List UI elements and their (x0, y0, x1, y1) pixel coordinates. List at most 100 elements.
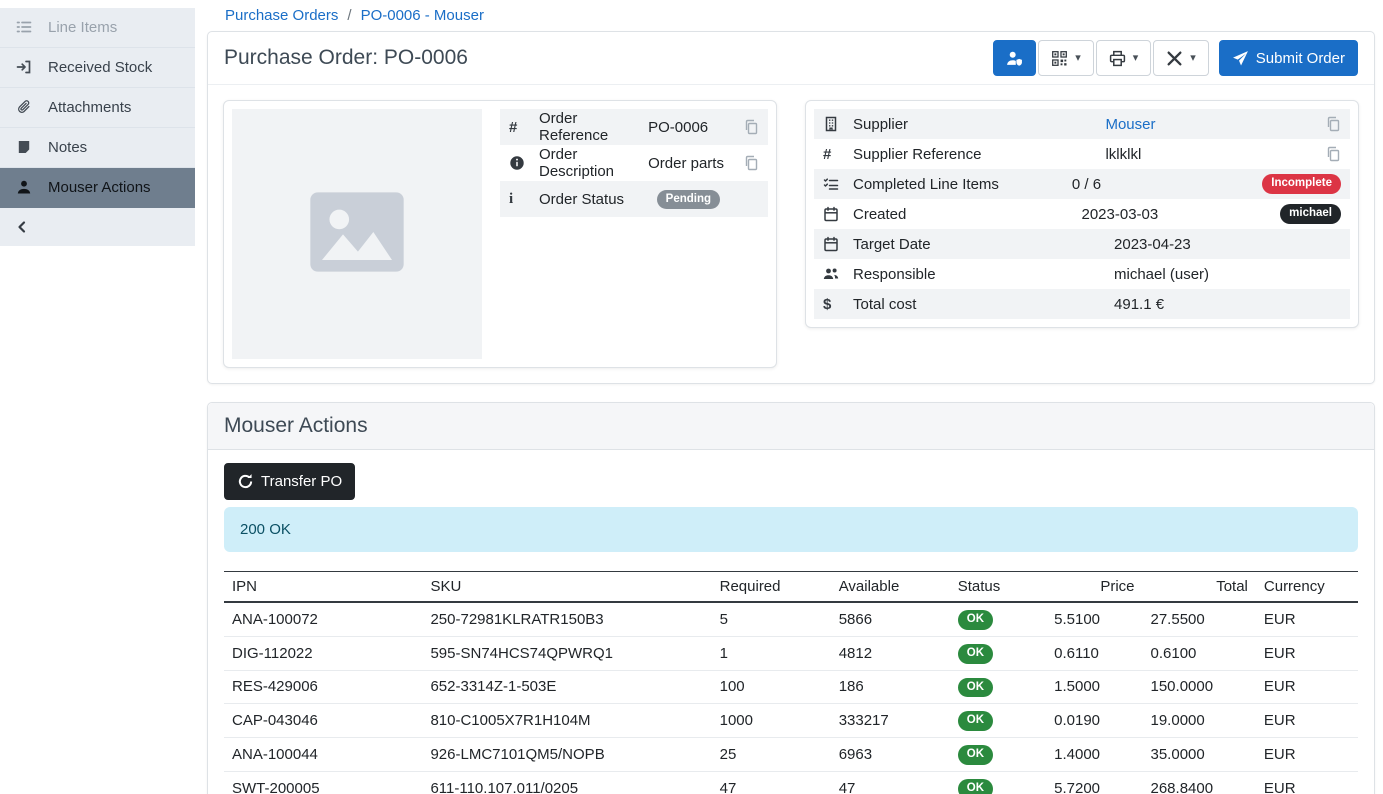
purchase-order-header: Purchase Order: PO-0006 ▾ ▾ (208, 32, 1374, 85)
column-header-currency: Currency (1256, 572, 1358, 603)
detail-value: 2023-03-03 (1081, 206, 1280, 223)
info-icon: i (509, 191, 539, 208)
tools-icon (1166, 50, 1183, 67)
cell-ipn: RES-429006 (224, 670, 422, 704)
detail-row-target-date: Target Date 2023-04-23 (814, 229, 1350, 259)
mouser-actions-body: Transfer PO 200 OK IPN SKU Required Avai… (208, 450, 1374, 794)
print-dropdown-button[interactable]: ▾ (1096, 40, 1152, 76)
cell-total: 27.5500 (1143, 602, 1256, 636)
sidebar-list: Line Items Received Stock Attachments No… (0, 8, 195, 246)
cell-total: 150.0000 (1143, 670, 1256, 704)
order-actions-dropdown-button[interactable]: ▾ (1153, 40, 1209, 76)
list-icon (16, 19, 33, 36)
main-content: Purchase Orders / PO-0006 - Mouser Purch… (195, 0, 1383, 794)
incomplete-badge: Incomplete (1262, 174, 1341, 194)
column-header-ipn: IPN (224, 572, 422, 603)
copy-icon[interactable] (1325, 116, 1341, 132)
status-badge: Pending (657, 190, 720, 210)
detail-row-order-status: i Order Status Pending (500, 181, 768, 217)
cell-available: 47 (831, 771, 950, 794)
image-placeholder-icon (301, 176, 413, 292)
list-check-icon (823, 176, 853, 192)
hash-icon: # (823, 146, 853, 163)
cell-required: 1 (712, 636, 831, 670)
cell-ipn: ANA-100072 (224, 602, 422, 636)
submit-order-button[interactable]: Submit Order (1219, 40, 1358, 76)
cell-required: 47 (712, 771, 831, 794)
cell-currency: EUR (1256, 771, 1358, 794)
detail-label: Order Reference (539, 110, 648, 144)
order-info-card: # Order Reference PO-0006 Order Descript… (223, 100, 777, 368)
order-image-placeholder[interactable] (232, 109, 482, 359)
column-header-price: Price (1046, 572, 1142, 603)
transfer-po-label: Transfer PO (261, 473, 342, 490)
detail-row-created: Created 2023-03-03 michael (814, 199, 1350, 229)
cell-ipn: ANA-100044 (224, 738, 422, 772)
detail-label: Supplier (853, 116, 1105, 133)
detail-label: Total cost (853, 296, 1114, 313)
line-items-table: IPN SKU Required Available Status Price … (224, 571, 1358, 794)
order-info-table: # Order Reference PO-0006 Order Descript… (500, 109, 768, 217)
page-title: Purchase Order: PO-0006 (224, 46, 468, 70)
send-icon (1232, 50, 1249, 67)
cell-required: 25 (712, 738, 831, 772)
user-shield-icon (1006, 50, 1023, 67)
sidebar-item-notes[interactable]: Notes (0, 128, 195, 168)
table-row: CAP-043046 810-C1005X7R1H104M 1000 33321… (224, 704, 1358, 738)
detail-row-responsible: Responsible michael (user) (814, 259, 1350, 289)
detail-label: Target Date (853, 236, 1114, 253)
sidebar-item-label: Notes (48, 139, 87, 156)
cell-sku: 250-72981KLRATR150B3 (422, 602, 711, 636)
cell-sku: 595-SN74HCS74QPWRQ1 (422, 636, 711, 670)
caret-down-icon: ▾ (1075, 53, 1081, 64)
cell-currency: EUR (1256, 704, 1358, 738)
detail-label: Responsible (853, 266, 1114, 283)
transfer-po-button[interactable]: Transfer PO (224, 463, 355, 500)
breadcrumb-link-purchase-orders[interactable]: Purchase Orders (225, 7, 338, 24)
chevron-left-icon (14, 219, 30, 235)
purchase-order-panel: Purchase Order: PO-0006 ▾ ▾ (207, 31, 1375, 384)
breadcrumb-link-po-0006[interactable]: PO-0006 - Mouser (361, 7, 484, 24)
users-icon (823, 266, 853, 282)
barcode-dropdown-button[interactable]: ▾ (1038, 40, 1094, 76)
breadcrumb-separator: / (347, 7, 351, 24)
cell-sku: 652-3314Z-1-503E (422, 670, 711, 704)
copy-icon[interactable] (743, 119, 759, 135)
cell-price: 0.0190 (1046, 704, 1142, 738)
ok-badge: OK (958, 678, 993, 698)
cell-ipn: SWT-200005 (224, 771, 422, 794)
app-root: Line Items Received Stock Attachments No… (0, 0, 1383, 794)
ok-badge: OK (958, 644, 993, 664)
copy-icon[interactable] (743, 155, 759, 171)
detail-label: Supplier Reference (853, 146, 1105, 163)
sidebar-item-received-stock[interactable]: Received Stock (0, 48, 195, 88)
cell-total: 35.0000 (1143, 738, 1256, 772)
supplier-link[interactable]: Mouser (1105, 116, 1155, 133)
detail-value: michael (user) (1114, 266, 1341, 283)
cell-currency: EUR (1256, 636, 1358, 670)
column-header-required: Required (712, 572, 831, 603)
table-header-row: IPN SKU Required Available Status Price … (224, 572, 1358, 603)
ok-badge: OK (958, 779, 993, 794)
sidebar-item-mouser-actions[interactable]: Mouser Actions (0, 168, 195, 208)
copy-icon[interactable] (1325, 146, 1341, 162)
column-header-available: Available (831, 572, 950, 603)
calendar-icon (823, 236, 853, 252)
hash-icon: # (509, 119, 539, 136)
detail-label: Created (853, 206, 1081, 223)
cell-total: 19.0000 (1143, 704, 1256, 738)
detail-value: 0 / 6 (1072, 176, 1262, 193)
sidebar: Line Items Received Stock Attachments No… (0, 0, 195, 794)
table-row: RES-429006 652-3314Z-1-503E 100 186 OK 1… (224, 670, 1358, 704)
detail-row-order-reference: # Order Reference PO-0006 (500, 109, 768, 145)
table-row: ANA-100072 250-72981KLRATR150B3 5 5866 O… (224, 602, 1358, 636)
mouser-actions-panel: Mouser Actions Transfer PO 200 OK IPN (207, 402, 1375, 794)
dollar-icon: $ (823, 296, 853, 313)
sidebar-collapse-button[interactable] (0, 208, 195, 246)
order-admin-button[interactable] (993, 40, 1036, 76)
cell-ipn: CAP-043046 (224, 704, 422, 738)
cell-available: 333217 (831, 704, 950, 738)
sidebar-item-line-items[interactable]: Line Items (0, 8, 195, 48)
cell-required: 1000 (712, 704, 831, 738)
sidebar-item-attachments[interactable]: Attachments (0, 88, 195, 128)
